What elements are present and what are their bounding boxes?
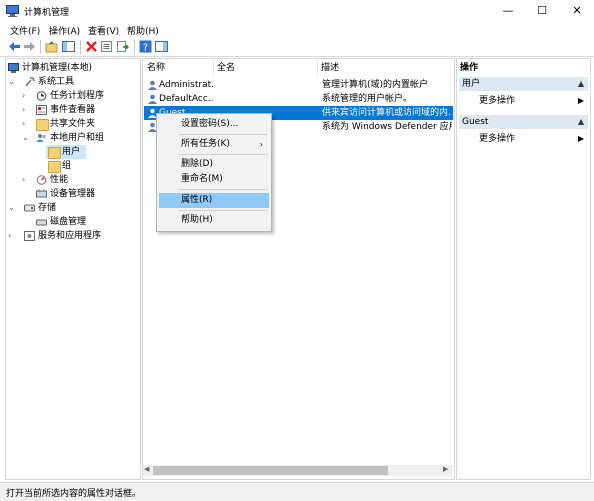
actions-more-guest[interactable]: 更多操作 ▶ — [459, 132, 588, 146]
menu-view[interactable]: 查看(V) — [88, 24, 119, 37]
user-icon — [148, 80, 157, 90]
column-divider[interactable] — [213, 61, 214, 75]
menu-item-all-tasks[interactable]: 所有任务(K) › — [159, 137, 269, 152]
column-header-full-name[interactable]: 全名 — [217, 61, 235, 75]
menu-separator — [179, 134, 267, 135]
submenu-arrow-icon: ▶ — [577, 134, 584, 143]
minimize-button[interactable]: — — [491, 0, 525, 22]
toolbar: ? — [0, 38, 594, 57]
up-folder-icon[interactable] — [45, 40, 58, 53]
chevron-right-icon[interactable]: › — [8, 229, 16, 243]
title-bar: 计算机管理 — ☐ ✕ — [0, 0, 594, 22]
folder-icon — [48, 147, 61, 159]
chevron-right-icon[interactable]: › — [22, 89, 30, 103]
close-button[interactable]: ✕ — [560, 0, 594, 22]
window-title: 计算机管理 — [24, 8, 70, 18]
menu-item-delete[interactable]: 删除(D) — [159, 157, 269, 172]
clock-icon — [36, 91, 47, 101]
console-tree-pane: 计算机管理(本地) ⌄ 系统工具 › 任务计划程序 › 事件查看器 › 共享文件… — [5, 58, 141, 480]
column-header-description[interactable]: 描述 — [321, 61, 339, 75]
chevron-down-icon[interactable]: ⌄ — [22, 131, 30, 145]
user-icon — [148, 94, 157, 104]
menu-item-rename[interactable]: 重命名(M) — [159, 172, 269, 187]
tree-node-users[interactable]: 用户 — [46, 145, 86, 159]
computer-management-icon — [6, 5, 19, 17]
tools-icon — [25, 77, 35, 87]
actions-section-users[interactable]: 用户 ▲ — [459, 77, 588, 91]
toolbar-separator — [40, 40, 41, 54]
menu-item-set-password[interactable]: 设置密码(S)... — [159, 117, 269, 132]
menu-item-help[interactable]: 帮助(H) — [159, 213, 269, 228]
collapse-icon[interactable]: ▲ — [578, 77, 584, 91]
menu-help[interactable]: 帮助(H) — [127, 24, 159, 37]
show-hide-tree-icon[interactable] — [62, 40, 75, 53]
collapse-icon[interactable]: ▲ — [578, 115, 584, 129]
actions-section-guest[interactable]: Guest ▲ — [459, 115, 588, 129]
chevron-right-icon: › — [259, 140, 263, 149]
forward-arrow-icon[interactable] — [23, 40, 36, 53]
menu-action[interactable]: 操作(A) — [49, 24, 80, 37]
context-menu: 设置密码(S)... 所有任务(K) › 删除(D) 重命名(M) 属性(R) 帮… — [156, 113, 272, 232]
actions-more-users[interactable]: 更多操作 ▶ — [459, 94, 588, 108]
device-manager-icon — [36, 189, 47, 198]
column-divider[interactable] — [317, 61, 318, 75]
mmc-view-icon[interactable] — [155, 40, 168, 53]
list-row-defaultaccount[interactable]: DefaultAcc... 系统管理的用户帐户。 — [144, 92, 453, 106]
computer-management-icon — [8, 63, 19, 73]
chevron-right-icon[interactable]: › — [22, 103, 30, 117]
chevron-right-icon[interactable]: › — [22, 117, 30, 131]
shared-folder-icon — [36, 119, 49, 131]
actions-header: 操作 — [460, 63, 479, 73]
scroll-right-icon[interactable]: ▶ — [443, 465, 448, 473]
help-icon[interactable]: ? — [139, 40, 152, 53]
horizontal-scrollbar[interactable]: ◀ ▶ — [143, 465, 452, 476]
menu-item-properties[interactable]: 属性(R) — [159, 193, 269, 208]
menu-bar: 文件(F) 操作(A) 查看(V) 帮助(H) — [0, 22, 594, 38]
properties-icon[interactable] — [100, 40, 113, 53]
chevron-down-icon[interactable]: ⌄ — [8, 75, 16, 89]
menu-separator — [179, 210, 267, 211]
back-arrow-icon[interactable] — [8, 40, 21, 53]
scrollbar-thumb[interactable] — [153, 466, 388, 475]
toolbar-separator — [134, 40, 135, 54]
list-row-administrator[interactable]: Administrat... 管理计算机(域)的内置帐户 — [144, 78, 453, 92]
delete-icon[interactable] — [85, 40, 98, 53]
menu-separator — [179, 189, 267, 190]
disk-icon — [36, 219, 47, 226]
performance-icon — [36, 175, 47, 185]
menu-file[interactable]: 文件(F) — [10, 24, 40, 37]
status-bar: 打开当前所选内容的属性对话框。 — [0, 482, 594, 501]
toolbar-separator — [80, 40, 81, 54]
export-list-icon[interactable] — [116, 40, 129, 53]
submenu-arrow-icon: ▶ — [577, 96, 584, 105]
users-icon — [36, 134, 46, 142]
svg-text:?: ? — [143, 43, 148, 54]
chevron-right-icon[interactable]: › — [22, 173, 30, 187]
menu-separator — [179, 154, 267, 155]
column-header-name[interactable]: 名称 — [147, 61, 165, 75]
folder-icon — [48, 161, 61, 173]
storage-icon — [24, 204, 35, 212]
event-viewer-icon — [36, 105, 47, 115]
services-icon — [24, 231, 35, 241]
status-text: 打开当前所选内容的属性对话框。 — [6, 489, 142, 499]
maximize-button[interactable]: ☐ — [525, 0, 559, 22]
scroll-left-icon[interactable]: ◀ — [144, 465, 149, 473]
actions-pane: 操作 用户 ▲ 更多操作 ▶ Guest ▲ 更多操作 ▶ — [456, 58, 591, 480]
chevron-down-icon[interactable]: ⌄ — [8, 201, 16, 215]
